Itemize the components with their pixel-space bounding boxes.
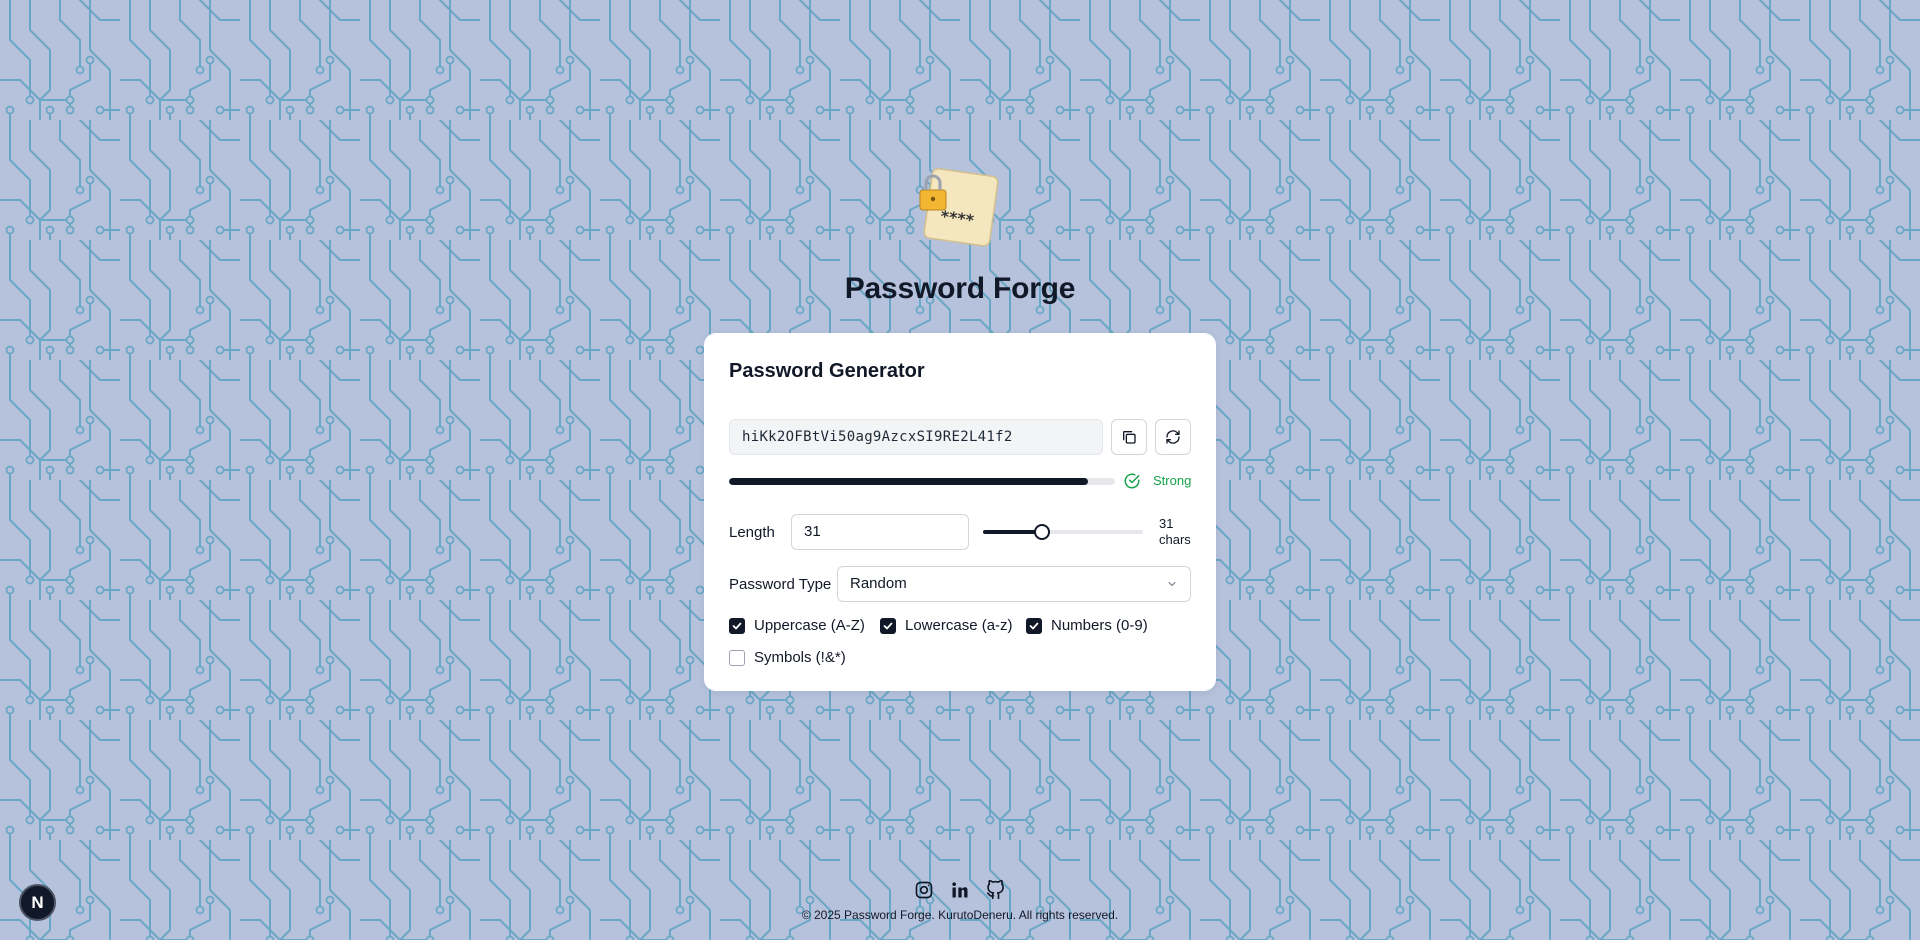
length-input[interactable]: 31 (791, 514, 969, 550)
check-circle-icon (1124, 473, 1140, 489)
length-slider-thumb[interactable] (1034, 524, 1051, 540)
chars-unit: chars (1159, 532, 1191, 547)
checkbox-lowercase[interactable] (880, 617, 896, 634)
option-uppercase[interactable]: Uppercase (A-Z) (729, 617, 865, 634)
length-label: Length (729, 524, 775, 541)
copy-icon (1123, 431, 1136, 444)
github-icon (986, 880, 1004, 900)
strength-meter-fill (729, 478, 1088, 485)
checkbox-uppercase[interactable] (729, 617, 745, 634)
option-uppercase-label: Uppercase (A-Z) (754, 617, 865, 634)
copy-button[interactable] (1111, 419, 1147, 455)
instagram-icon (915, 881, 933, 899)
password-output[interactable]: hiKk2OFBtVi50ag9AzcxSI9RE2L41f2 (729, 419, 1103, 455)
refresh-icon (1166, 430, 1180, 444)
option-lowercase[interactable]: Lowercase (a-z) (880, 617, 1013, 634)
option-symbols[interactable]: Symbols (!&*) (729, 649, 846, 666)
password-type-label: Password Type (729, 576, 832, 593)
strength-label: Strong (1153, 473, 1192, 488)
length-slider[interactable] (983, 524, 1143, 540)
chars-count: 31 (1159, 516, 1174, 531)
instagram-link[interactable] (913, 879, 935, 901)
dev-tools-badge[interactable]: N (19, 884, 56, 921)
strength-meter (729, 478, 1115, 485)
password-type-select[interactable]: Random (837, 566, 1191, 602)
option-numbers-label: Numbers (0-9) (1051, 617, 1148, 634)
linkedin-link[interactable] (949, 879, 971, 901)
option-symbols-label: Symbols (!&*) (754, 649, 846, 666)
card-title: Password Generator (729, 360, 925, 382)
regenerate-button[interactable] (1155, 419, 1191, 455)
option-numbers[interactable]: Numbers (0-9) (1026, 617, 1148, 634)
footer-copyright: © 2025 Password Forge. KurutoDeneru. All… (801, 908, 1119, 922)
app-title: Password Forge (844, 272, 1076, 305)
password-type-value: Random (850, 575, 907, 592)
checkbox-numbers[interactable] (1026, 617, 1042, 634)
password-logo-icon: **** (919, 168, 999, 247)
password-generator-card: Password Generator hiKk2OFBtVi50ag9AzcxS… (704, 333, 1216, 691)
option-lowercase-label: Lowercase (a-z) (905, 617, 1013, 634)
chevron-down-icon (1168, 582, 1176, 586)
github-link[interactable] (985, 879, 1007, 901)
checkbox-symbols[interactable] (729, 649, 745, 666)
linkedin-icon (952, 882, 968, 898)
